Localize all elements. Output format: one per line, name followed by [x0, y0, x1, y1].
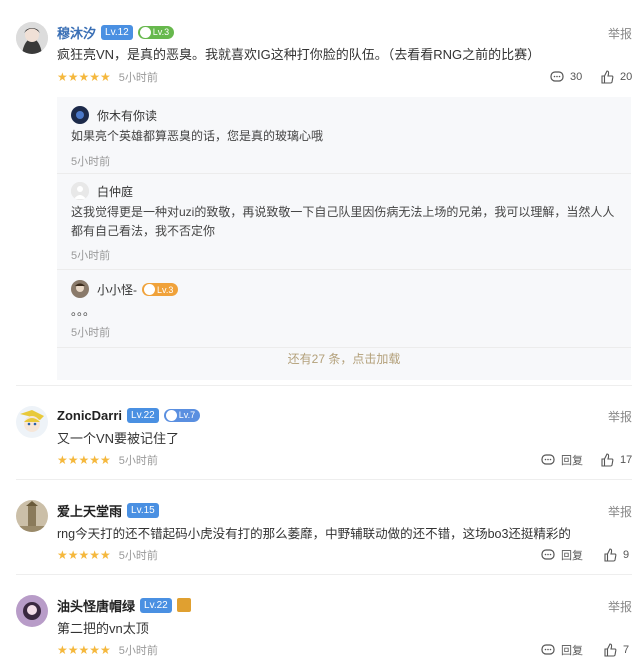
like-button[interactable]: 7	[603, 642, 629, 658]
reply-item: 你木有你读 如果亮个英雄都算恶臭的话，您是真的玻璃心哦 5小时前	[57, 97, 631, 174]
timestamp: 5小时前	[118, 550, 158, 562]
timestamp: 5小时前	[71, 327, 111, 339]
chat-bubble-icon	[541, 548, 555, 562]
level-badge: Lv.15	[127, 502, 159, 518]
medal-icon	[165, 409, 177, 421]
comment-text: 第二把的vn太顶	[57, 621, 149, 636]
thumbs-up-icon	[600, 453, 614, 467]
comment-item: 爱上天堂雨 Lv.15 举报 rng今天打的还不错起码小虎没有打的那么萎靡，中野…	[0, 479, 640, 574]
thumbs-up-icon	[603, 643, 617, 657]
fan-medal-badge: Lv.3	[137, 25, 175, 39]
comment-meta: ★★★★★ 5小时前	[57, 69, 158, 85]
comment-text: 又一个VN要被记住了	[57, 431, 180, 446]
username[interactable]: 穆沐汐	[57, 23, 96, 42]
level-badge: Lv.12	[101, 24, 133, 40]
avatar[interactable]	[16, 500, 48, 532]
comment-item: 穆沐汐 Lv.12 Lv.3 举报 疯狂亮VN，是真的恶臭。我就喜欢IG这种打你…	[0, 0, 640, 385]
reply-username[interactable]: 你木有你读	[97, 107, 157, 124]
avatar[interactable]	[71, 280, 89, 298]
comment-count-button[interactable]: 30	[550, 69, 582, 85]
like-button[interactable]: 17	[600, 452, 632, 468]
load-more-replies-button[interactable]: 还有27 条，点击加载	[57, 350, 631, 367]
username[interactable]: ZonicDarri	[57, 408, 122, 423]
like-count: 17	[620, 454, 633, 466]
comment-header: 油头怪唐帽绿 Lv.22	[57, 596, 191, 614]
comment-header: 穆沐汐 Lv.12 Lv.3	[57, 23, 175, 42]
reply-username[interactable]: 小小怪-	[97, 281, 137, 298]
thumbs-up-icon	[600, 70, 614, 84]
like-button[interactable]: 20	[600, 69, 632, 85]
reply-button[interactable]: 回复	[541, 547, 583, 563]
comment-header: ZonicDarri Lv.22 Lv.7	[57, 406, 201, 424]
comment-meta: ★★★★★ 5小时前	[57, 642, 158, 658]
reply-button[interactable]: 回复	[541, 452, 583, 468]
avatar[interactable]	[16, 22, 48, 54]
avatar[interactable]	[16, 595, 48, 627]
like-count: 7	[623, 644, 630, 656]
star-rating: ★★★★★	[57, 453, 111, 467]
reply-text: 如果亮个英雄都算恶臭的话，您是真的玻璃心哦	[71, 129, 324, 143]
timestamp: 5小时前	[71, 250, 111, 262]
timestamp: 5小时前	[118, 645, 158, 657]
reply-button[interactable]: 回复	[541, 642, 583, 658]
level-badge: Lv.22	[127, 407, 159, 423]
reply-item: 小小怪- Lv.3 。。。 5小时前	[57, 270, 631, 348]
report-button[interactable]: 举报	[608, 503, 632, 520]
timestamp: 5小时前	[71, 156, 111, 168]
comment-item: 油头怪唐帽绿 Lv.22 举报 第二把的vn太顶 ★★★★★ 5小时前 回复 7	[0, 574, 640, 672]
avatar[interactable]	[71, 106, 89, 124]
medal-icon	[139, 26, 151, 38]
comment-item: ZonicDarri Lv.22 Lv.7 举报 又一个VN要被记住了 ★★★★…	[0, 385, 640, 479]
reply-list: 你木有你读 如果亮个英雄都算恶臭的话，您是真的玻璃心哦 5小时前 白仲庭 这我觉…	[57, 97, 631, 380]
avatar[interactable]	[71, 182, 89, 200]
like-count: 20	[620, 71, 633, 83]
comment-count: 30	[570, 71, 583, 83]
like-count: 9	[623, 549, 630, 561]
thumbs-up-icon	[603, 548, 617, 562]
comment-text: rng今天打的还不错起码小虎没有打的那么萎靡，中野辅联动做的还不错，这场bo3还…	[57, 527, 571, 541]
reply-header: 小小怪- Lv.3	[97, 281, 179, 298]
comment-meta: ★★★★★ 5小时前	[57, 547, 158, 563]
report-button[interactable]: 举报	[608, 408, 632, 425]
vip-badge-icon	[176, 598, 191, 612]
star-rating: ★★★★★	[57, 548, 111, 562]
comment-meta: ★★★★★ 5小时前	[57, 452, 158, 468]
reply-text: 。。。	[71, 304, 96, 318]
fan-medal-badge: Lv.7	[163, 408, 201, 422]
star-rating: ★★★★★	[57, 643, 111, 657]
report-button[interactable]: 举报	[608, 25, 632, 42]
fan-medal-badge: Lv.3	[142, 283, 179, 296]
reply-username[interactable]: 白仲庭	[97, 183, 133, 200]
star-rating: ★★★★★	[57, 70, 111, 84]
comment-text: 疯狂亮VN，是真的恶臭。我就喜欢IG这种打你脸的队伍。（去看看RNG之前的比赛）	[57, 47, 541, 62]
level-badge: Lv.22	[140, 597, 172, 613]
username[interactable]: 爱上天堂雨	[57, 501, 122, 520]
avatar[interactable]	[16, 406, 48, 438]
divider	[57, 347, 631, 348]
timestamp: 5小时前	[118, 72, 158, 84]
timestamp: 5小时前	[118, 455, 158, 467]
username[interactable]: 油头怪唐帽绿	[57, 596, 135, 615]
reply-item: 白仲庭 这我觉得更是一种对uzi的致敬，再说致敬一下自己队里因伤病无法上场的兄弟…	[57, 174, 631, 270]
reply-text: 这我觉得更是一种对uzi的致敬，再说致敬一下自己队里因伤病无法上场的兄弟，我可以…	[71, 205, 615, 238]
report-button[interactable]: 举报	[608, 598, 632, 615]
chat-bubble-icon	[541, 453, 555, 467]
like-button[interactable]: 9	[603, 547, 629, 563]
chat-bubble-icon	[550, 70, 564, 84]
chat-bubble-icon	[541, 643, 555, 657]
medal-icon	[144, 284, 155, 295]
comment-header: 爱上天堂雨 Lv.15	[57, 501, 159, 519]
